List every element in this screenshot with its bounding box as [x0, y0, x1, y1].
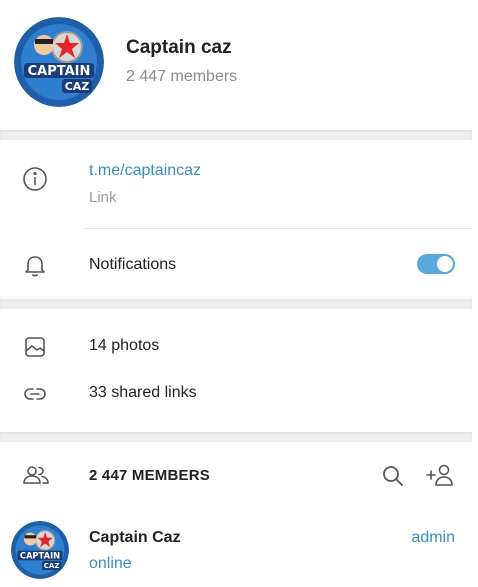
toggle-knob — [437, 256, 453, 272]
members-title: 2 447 MEMBERS — [89, 467, 210, 484]
captain-caz-logo: CAPTAIN CAZ — [11, 521, 69, 579]
members-section: 2 447 MEMBERS CAPTAIN CAZ Captain Caz on… — [0, 442, 472, 587]
users-icon — [22, 462, 49, 488]
member-count: 2 447 members — [126, 68, 238, 85]
section-separator — [0, 432, 472, 442]
search-icon[interactable] — [380, 463, 406, 489]
add-user-icon[interactable] — [425, 462, 455, 488]
captain-caz-logo: CAPTAIN CAZ — [14, 17, 104, 107]
shared-links-label: 33 shared links — [89, 384, 197, 401]
divider — [85, 228, 472, 229]
window-edge — [472, 0, 478, 587]
channel-header: CAPTAIN CAZ Captain caz 2 447 members — [0, 0, 472, 130]
photos-label: 14 photos — [89, 337, 160, 354]
link-icon — [22, 381, 48, 407]
shared-media-section: 14 photos 33 shared links — [0, 309, 472, 432]
channel-info-section: t.me/captaincaz Link Notifications — [0, 140, 472, 299]
channel-link-label: Link — [89, 189, 117, 206]
logo-text-top: CAPTAIN — [20, 550, 60, 560]
section-separator — [0, 299, 472, 309]
shared-links-item[interactable]: 33 shared links — [0, 372, 472, 416]
member-list-item[interactable]: CAPTAIN CAZ Captain Caz online admin — [0, 516, 472, 580]
notifications-toggle[interactable] — [417, 254, 455, 274]
logo-text-top: CAPTAIN — [28, 64, 91, 79]
bell-icon — [22, 252, 48, 278]
channel-title: Captain caz — [126, 37, 232, 58]
photos-item[interactable]: 14 photos — [0, 325, 472, 369]
logo-text-bottom: CAZ — [65, 80, 90, 93]
notifications-label: Notifications — [89, 256, 177, 273]
member-status: online — [89, 555, 132, 572]
member-name: Captain Caz — [89, 529, 181, 546]
photo-icon — [22, 334, 48, 360]
info-icon — [22, 166, 48, 192]
member-avatar: CAPTAIN CAZ — [11, 521, 69, 579]
channel-link[interactable]: t.me/captaincaz — [89, 162, 201, 180]
section-separator — [0, 130, 472, 140]
logo-text-bottom: CAZ — [44, 561, 60, 570]
channel-avatar[interactable]: CAPTAIN CAZ — [14, 17, 104, 107]
member-role-badge: admin — [411, 529, 455, 546]
